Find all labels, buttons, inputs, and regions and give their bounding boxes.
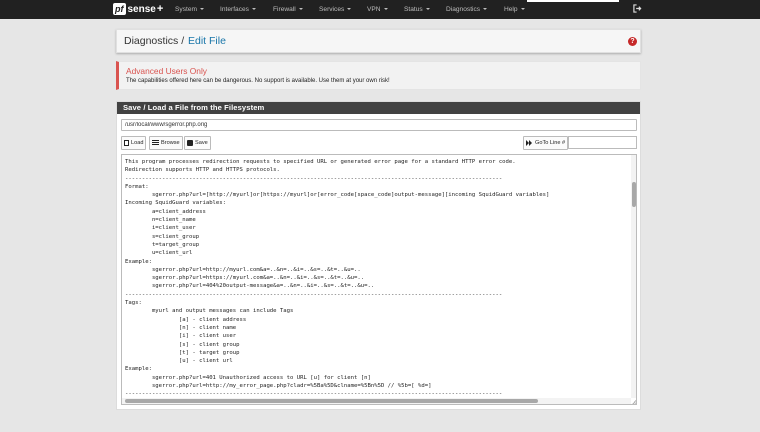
load-button-label: Load [131,140,144,146]
breadcrumb: Diagnostics / Edit File ? [116,29,641,53]
code-line: u=client_url [125,250,193,257]
nav-system[interactable]: System [175,0,204,19]
file-icon [124,140,129,146]
code-line: Example: [125,366,152,373]
code-content[interactable]: This program processes redirection reque… [125,158,628,399]
nav-interfaces[interactable]: Interfaces [220,0,256,19]
code-line: [a] - client address [125,316,247,323]
chevron-down-icon [251,8,256,11]
list-icon [152,140,159,146]
code-line: myurl and output messages can include Ta… [125,308,294,315]
logo-sense: sense [127,3,156,15]
load-button[interactable]: Load [121,136,147,150]
code-line: [s] - client group [125,341,240,348]
panel-title: Save / Load a File from the Filesystem [123,103,265,112]
code-line: sgerror.php?url=401 Unauthorized access … [125,374,371,381]
browse-button-label: Browse [161,140,180,146]
nav-diagnostics[interactable]: Diagnostics [446,0,488,19]
pfsense-logo[interactable]: pf sense + [113,2,163,16]
alert-text: The capabilities offered here can be dan… [126,78,390,84]
code-line: Redirection supports HTTP and HTTPS prot… [125,167,280,174]
resize-grip-icon[interactable] [632,399,636,404]
code-line: t=target_group [125,241,200,248]
nav-status-label: Status [404,6,423,13]
sign-out-icon[interactable] [633,4,642,13]
chevron-down-icon [347,8,352,11]
nav-diagnostics-label: Diagnostics [446,6,481,13]
save-button-label: Save [195,140,208,146]
code-line: sgerror.php?url=http://my_error_page.php… [125,383,432,390]
chevron-down-icon [520,8,525,11]
code-line: Format: [125,183,149,190]
chevron-down-icon [425,8,430,11]
file-panel: Save / Load a File from the Filesystem L… [116,101,641,410]
browse-button[interactable]: Browse [149,136,183,150]
nav-help-label: Help [504,6,518,13]
save-icon [187,140,193,146]
fast-forward-icon [526,140,533,146]
code-line: Incoming SquidGuard variables: [125,200,227,207]
chevron-down-icon [298,8,303,11]
nav-vpn[interactable]: VPN [367,0,388,19]
nav-vpn-label: VPN [367,6,381,13]
breadcrumb-separator: / [181,35,185,47]
code-line: s=client_group [125,233,200,240]
panel-heading: Save / Load a File from the Filesystem [117,102,640,114]
nav-firewall[interactable]: Firewall [273,0,303,19]
goto-line-button-label: GoTo Line # [535,140,566,146]
nav-help[interactable]: Help [504,0,525,19]
code-line: Example: [125,258,152,265]
horizontal-scrollbar-thumb[interactable] [125,399,538,403]
chevron-down-icon [199,8,204,11]
nav-interfaces-label: Interfaces [220,6,249,13]
code-line: sgerror.php?url=[http://myurl]or[https:/… [125,192,550,199]
warning-alert: Advanced Users Only The capabilities off… [116,61,641,90]
horizontal-scrollbar[interactable] [122,398,631,404]
save-button[interactable]: Save [184,136,211,150]
code-line: n=client_name [125,217,196,224]
top-navbar: pf sense + System Interfaces Firewall Se… [0,0,760,19]
breadcrumb-root-label: Diagnostics [124,35,179,47]
nav-firewall-label: Firewall [273,6,296,13]
code-line: [n] - client name [125,324,237,331]
code-line: ----------------------------------------… [125,175,503,182]
alert-title: Advanced Users Only [126,66,207,76]
code-line: Tags: [125,300,142,307]
code-line: sgerror.php?url=https://myurl.com&a=..&n… [125,275,365,282]
logo-plus: + [156,3,164,15]
code-line: ----------------------------------------… [125,291,503,298]
nav-status[interactable]: Status [404,0,430,19]
vertical-scrollbar[interactable] [631,155,636,398]
code-line: a=client_address [125,208,206,215]
chevron-down-icon [383,8,388,11]
help-icon[interactable]: ? [628,37,637,46]
file-content-editor[interactable]: This program processes redirection reque… [121,154,637,405]
nav-system-label: System [175,6,197,13]
code-line: This program processes redirection reque… [125,159,516,165]
goto-line-button[interactable]: GoTo Line # [523,136,569,150]
code-line: [u] - client url [125,358,233,365]
code-line: [i] - client user [125,333,237,340]
nav-overlay-bar [527,0,619,2]
nav-services-label: Services [319,6,345,13]
nav-services[interactable]: Services [319,0,352,19]
code-line: [t] - target group [125,349,240,356]
breadcrumb-current[interactable]: Edit File [188,35,226,47]
file-path-input[interactable] [121,119,637,131]
code-line: sgerror.php?url=http://myurl.com&a=..&n=… [125,266,361,273]
breadcrumb-root: Diagnostics / [124,35,184,47]
logo-pf: pf [113,3,126,15]
vertical-scrollbar-thumb[interactable] [632,182,636,207]
code-line: sgerror.php?url=404%20output-message&a=.… [125,283,375,290]
code-line: i=client_user [125,225,196,232]
goto-line-input[interactable] [568,136,637,149]
chevron-down-icon [483,8,488,11]
